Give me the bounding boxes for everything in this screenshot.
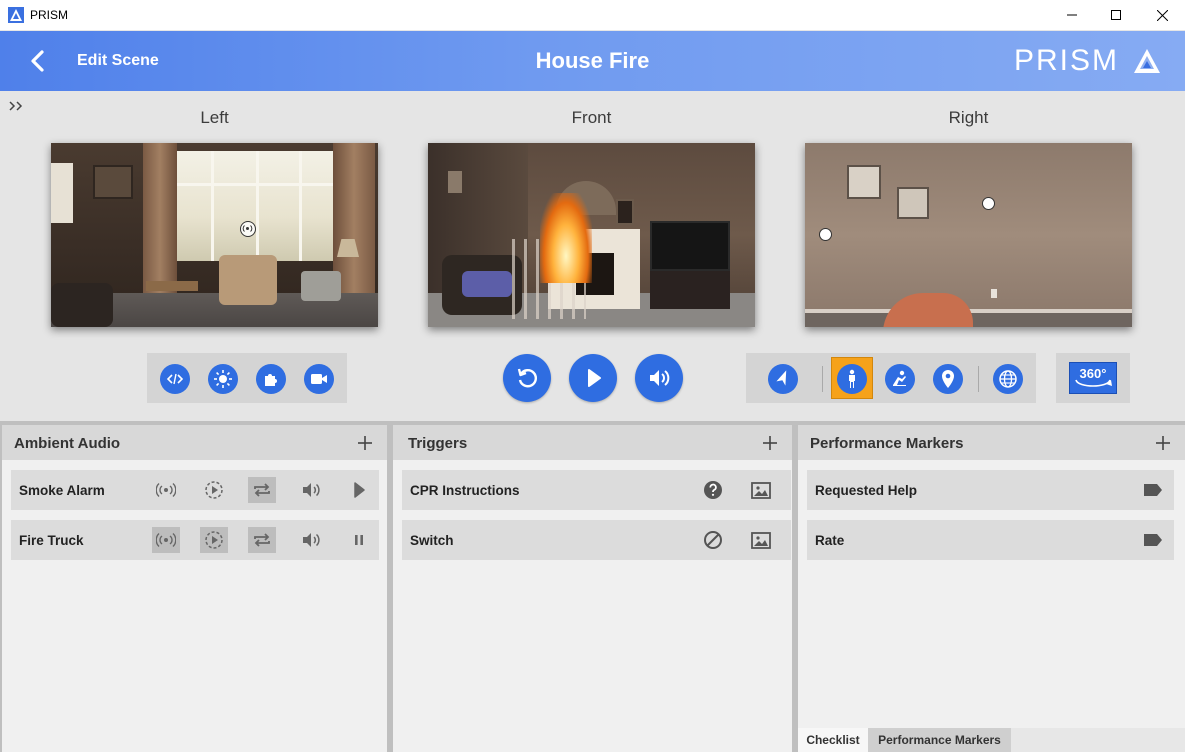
fire-effect bbox=[540, 193, 592, 283]
window-titlebar: PRISM bbox=[0, 0, 1185, 31]
spatial-audio-icon[interactable] bbox=[152, 477, 180, 503]
tab-checklist[interactable]: Checklist bbox=[798, 728, 868, 752]
volume-icon bbox=[650, 370, 670, 386]
disabled-icon[interactable] bbox=[699, 527, 727, 553]
sound-hotspot-icon[interactable] bbox=[240, 221, 256, 237]
puzzle-icon bbox=[265, 374, 277, 386]
loop-icon[interactable] bbox=[248, 527, 276, 553]
volume-icon[interactable] bbox=[297, 477, 325, 503]
scene-title: House Fire bbox=[535, 48, 650, 73]
restart-icon bbox=[517, 368, 537, 388]
volume-button[interactable] bbox=[635, 354, 683, 402]
code-icon bbox=[166, 373, 184, 385]
right-view-image[interactable] bbox=[805, 143, 1132, 327]
add-trigger-button[interactable] bbox=[762, 435, 778, 451]
view-360-button[interactable]: 360° bbox=[1069, 362, 1117, 394]
triggers-header: Triggers bbox=[393, 425, 792, 460]
trigger-item-label: CPR Instructions bbox=[410, 483, 520, 498]
video-camera-icon bbox=[311, 374, 327, 384]
restart-button[interactable] bbox=[503, 354, 551, 402]
placement-tools-toolbar bbox=[746, 353, 1036, 403]
performance-markers-panel: Performance Markers Requested Help Rate … bbox=[798, 425, 1185, 752]
tag-icon[interactable] bbox=[1139, 477, 1167, 503]
panel-title: Triggers bbox=[408, 435, 468, 452]
spatial-audio-icon[interactable] bbox=[152, 527, 180, 553]
bottom-panels: Ambient Audio Smoke Alarm Fire Truck Tri… bbox=[0, 421, 1185, 752]
add-audio-button[interactable] bbox=[357, 435, 373, 451]
image-icon[interactable] bbox=[747, 527, 775, 553]
pause-icon[interactable] bbox=[345, 527, 373, 553]
scene-preview-area: Left Front Right 360° bbox=[0, 91, 1185, 421]
right-view-label: Right bbox=[948, 108, 989, 127]
prism-logo-icon bbox=[1132, 47, 1162, 75]
autoplay-icon[interactable] bbox=[200, 477, 228, 503]
autoplay-icon[interactable] bbox=[200, 527, 228, 553]
left-view-label: Left bbox=[200, 108, 229, 127]
list-item[interactable]: Rate bbox=[807, 520, 1174, 560]
location-tool-button[interactable] bbox=[933, 364, 963, 394]
prism-app-icon bbox=[8, 7, 24, 23]
expand-panel-icon[interactable] bbox=[8, 99, 26, 113]
prism-logo-text: PRISM bbox=[1014, 44, 1120, 77]
rotate-360-icon: 360° bbox=[1075, 366, 1112, 387]
ambient-audio-panel: Ambient Audio Smoke Alarm Fire Truck bbox=[2, 425, 387, 752]
volume-icon[interactable] bbox=[297, 527, 325, 553]
marker-item-label: Rate bbox=[815, 533, 845, 548]
globe-tool-button[interactable] bbox=[993, 364, 1023, 394]
window-title: PRISM bbox=[30, 8, 69, 22]
sun-icon bbox=[214, 370, 232, 388]
scene-tools-toolbar bbox=[147, 353, 347, 403]
trigger-item-label: Switch bbox=[410, 533, 454, 548]
minimize-button[interactable] bbox=[1049, 0, 1095, 30]
add-marker-button[interactable] bbox=[1155, 435, 1171, 451]
list-item[interactable]: Switch bbox=[402, 520, 791, 560]
front-view-label: Front bbox=[571, 108, 612, 127]
person-tool-button[interactable] bbox=[837, 364, 867, 394]
front-view-image[interactable] bbox=[428, 143, 755, 327]
panel-title: Performance Markers bbox=[810, 435, 964, 452]
play-button[interactable] bbox=[569, 354, 617, 402]
tab-performance-markers[interactable]: Performance Markers bbox=[868, 728, 1011, 752]
person-reclining-icon bbox=[893, 370, 906, 386]
loop-icon[interactable] bbox=[248, 477, 276, 503]
list-item[interactable]: Smoke Alarm bbox=[11, 470, 379, 510]
panel-title: Ambient Audio bbox=[14, 435, 121, 452]
ambient-audio-header: Ambient Audio bbox=[2, 425, 387, 460]
lighting-tool-button[interactable] bbox=[208, 364, 238, 394]
view-360-toolbar: 360° bbox=[1056, 353, 1130, 403]
badge-360-text: 360° bbox=[1080, 366, 1107, 381]
tag-icon[interactable] bbox=[1139, 527, 1167, 553]
image-icon[interactable] bbox=[747, 477, 775, 503]
plus-icon bbox=[763, 436, 777, 450]
maximize-button[interactable] bbox=[1093, 0, 1139, 30]
help-icon[interactable] bbox=[699, 477, 727, 503]
position-marker[interactable] bbox=[982, 197, 995, 210]
play-icon bbox=[588, 369, 601, 387]
close-window-button[interactable] bbox=[1139, 0, 1185, 30]
play-icon[interactable] bbox=[345, 477, 373, 503]
plus-icon bbox=[1156, 436, 1170, 450]
video-tool-button[interactable] bbox=[304, 364, 334, 394]
plugin-tool-button[interactable] bbox=[256, 364, 286, 394]
list-item[interactable]: CPR Instructions bbox=[402, 470, 791, 510]
audio-item-label: Smoke Alarm bbox=[19, 483, 105, 498]
triggers-panel: Triggers CPR Instructions Switch bbox=[393, 425, 792, 752]
list-item[interactable]: Fire Truck bbox=[11, 520, 379, 560]
map-pin-icon bbox=[942, 370, 954, 388]
position-marker[interactable] bbox=[819, 228, 832, 241]
globe-icon bbox=[999, 370, 1017, 388]
performance-markers-header: Performance Markers bbox=[798, 425, 1185, 460]
marker-item-label: Requested Help bbox=[815, 483, 918, 498]
left-view-image[interactable] bbox=[51, 143, 378, 327]
navigation-arrow-icon bbox=[776, 370, 787, 386]
person-standing-icon bbox=[849, 369, 855, 388]
app-header: Edit Scene House Fire PRISM bbox=[0, 31, 1185, 91]
code-tool-button[interactable] bbox=[160, 364, 190, 394]
list-item[interactable]: Requested Help bbox=[807, 470, 1174, 510]
panel-tabs: Checklist Performance Markers bbox=[798, 728, 1185, 752]
plus-icon bbox=[358, 436, 372, 450]
navigate-tool-button[interactable] bbox=[768, 364, 798, 394]
audio-item-label: Fire Truck bbox=[19, 533, 84, 548]
patient-tool-button[interactable] bbox=[885, 364, 915, 394]
